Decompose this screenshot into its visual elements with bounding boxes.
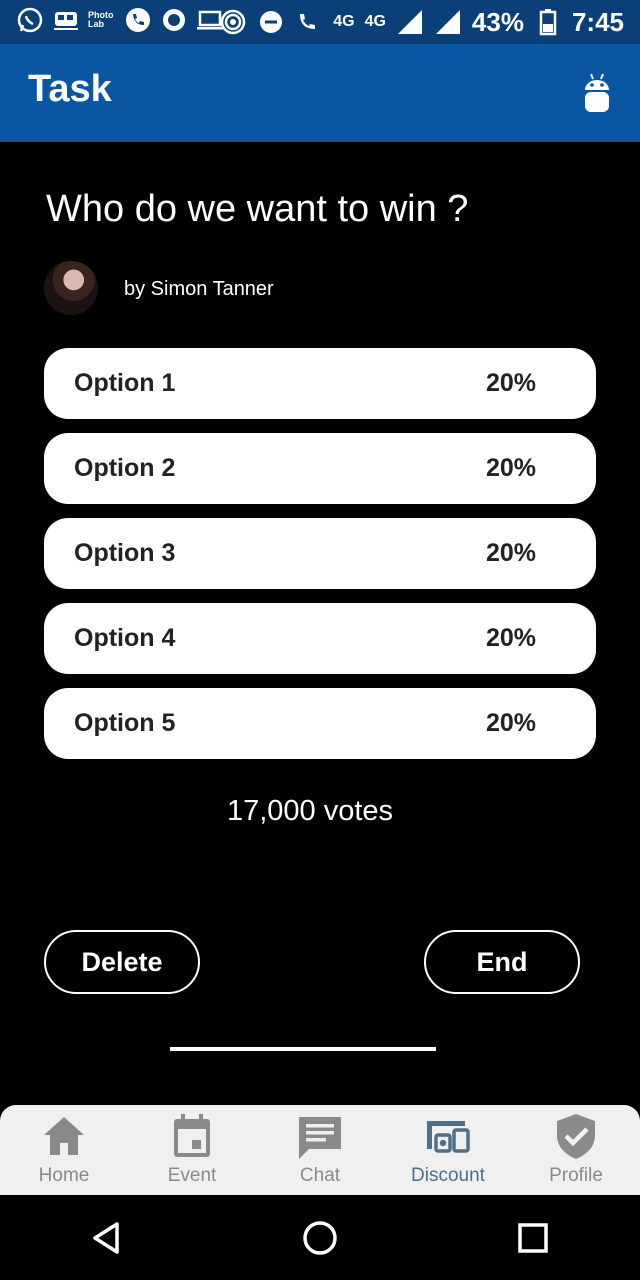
nav-item-chat[interactable]: Chat: [256, 1105, 384, 1195]
poll-options: Option 1 20% Option 2 20% Option 3 20% O…: [44, 348, 596, 773]
nav-label-profile: Profile: [549, 1165, 603, 1186]
poll-option-3[interactable]: Option 3 20%: [44, 518, 596, 589]
nav-label-home: Home: [38, 1165, 90, 1186]
nav-item-discount[interactable]: Discount: [384, 1105, 512, 1195]
option-percent: 20%: [485, 624, 536, 652]
end-button[interactable]: End: [424, 930, 580, 994]
volte-label: 4G: [333, 13, 355, 30]
nav-item-profile[interactable]: Profile: [512, 1105, 640, 1195]
option-percent: 20%: [485, 539, 536, 567]
recents-icon[interactable]: [513, 1218, 553, 1258]
train-icon: [52, 6, 80, 34]
home-circle-icon[interactable]: [300, 1218, 340, 1258]
battery-icon: [534, 8, 562, 36]
status-icons-left: Photo Lab: [16, 6, 224, 34]
app-bar: Task: [0, 44, 640, 142]
chat-icon: [299, 1117, 341, 1159]
poll-option-1[interactable]: Option 1 20%: [44, 348, 596, 419]
poll-option-2[interactable]: Option 2 20%: [44, 433, 596, 504]
option-label: Option 1: [74, 369, 176, 397]
shield-check-icon: [557, 1114, 595, 1159]
clock: 7:45: [571, 6, 624, 37]
photo-lab-label: Photo Lab: [88, 10, 114, 29]
option-percent: 20%: [485, 369, 536, 397]
nav-label-chat: Chat: [299, 1165, 341, 1186]
option-label: Option 4: [74, 624, 176, 652]
nav-label-discount: Discount: [411, 1165, 485, 1186]
option-percent: 20%: [485, 709, 536, 737]
system-nav-bar: [0, 1195, 640, 1280]
poll-option-5[interactable]: Option 5 20%: [44, 688, 596, 759]
hotspot-icon: [219, 8, 247, 36]
option-label: Option 2: [74, 454, 176, 482]
volte-call-icon: [295, 8, 323, 36]
nav-item-home[interactable]: Home: [0, 1105, 128, 1195]
home-icon: [44, 1117, 84, 1155]
back-icon[interactable]: [87, 1218, 127, 1258]
record-icon: [160, 6, 188, 34]
battery-percent: 43%: [471, 6, 524, 37]
nav-item-event[interactable]: Event: [128, 1105, 256, 1195]
avatar: [44, 261, 98, 315]
option-percent: 20%: [485, 454, 536, 482]
android-icon[interactable]: [582, 72, 612, 114]
page-title: Task: [28, 68, 112, 110]
delete-button[interactable]: Delete: [44, 930, 200, 994]
do-not-disturb-icon: [257, 8, 285, 36]
signal-icon: [396, 8, 424, 36]
poll-question: Who do we want to win ?: [46, 188, 469, 230]
signal-icon-2: [434, 8, 462, 36]
network-type-label: 4G: [364, 13, 386, 30]
phone-icon: [124, 6, 152, 34]
status-bar: Photo Lab 4G 4G 43% 7:45: [0, 0, 640, 44]
whatsapp-icon: [16, 6, 44, 34]
option-label: Option 5: [74, 709, 176, 737]
calendar-icon: [174, 1114, 210, 1157]
poll-option-4[interactable]: Option 4 20%: [44, 603, 596, 674]
bottom-nav: Home Event Chat Discount Profile: [0, 1105, 640, 1195]
divider: [170, 1047, 436, 1051]
vote-count: 17,000 votes: [226, 795, 394, 827]
status-icons-right: 4G 4G 43% 7:45: [219, 4, 624, 40]
devices-icon: [427, 1121, 470, 1153]
option-label: Option 3: [74, 539, 176, 567]
screen: Photo Lab 4G 4G 43% 7:45 Task Who do we …: [0, 0, 640, 1280]
poll-author: by Simon Tanner: [124, 278, 274, 300]
nav-label-event: Event: [167, 1165, 217, 1186]
